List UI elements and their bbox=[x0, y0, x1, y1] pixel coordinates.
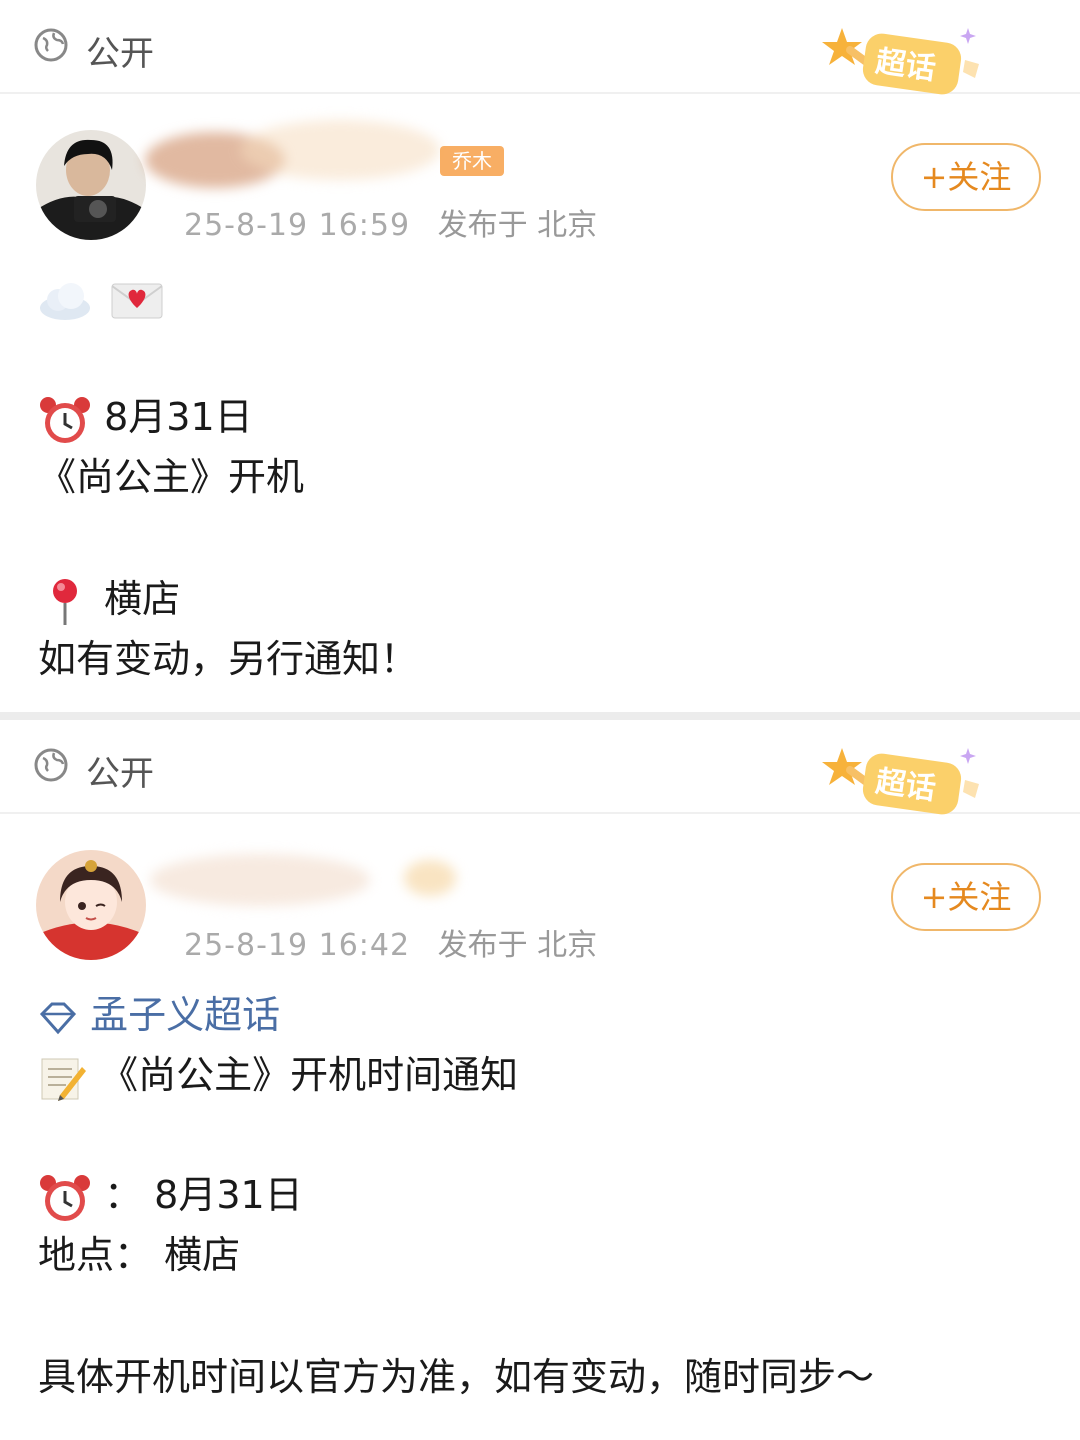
card-separator bbox=[0, 712, 1080, 720]
diamond-topic-icon bbox=[39, 1002, 77, 1034]
globe-icon bbox=[34, 748, 68, 782]
post-card-2: 公开 超话 25-8-19 16:42 发布于 北京 +关注 孟子义超话 《尚公… bbox=[0, 720, 1080, 1440]
post-date-text: ： 8月31日 bbox=[104, 1173, 303, 1217]
memo-icon bbox=[41, 1058, 86, 1101]
post-title-text: 《尚公主》开机时间通知 bbox=[100, 1053, 519, 1097]
follow-button[interactable]: +关注 bbox=[891, 863, 1041, 931]
username-redacted bbox=[140, 110, 440, 200]
user-avatar[interactable] bbox=[36, 850, 146, 960]
post-meta: 25-8-19 16:59 发布于 北京 bbox=[184, 200, 597, 244]
title-line: 《尚公主》开机时间通知 bbox=[38, 1050, 518, 1103]
post-place-text: 横店 bbox=[104, 577, 181, 621]
alarm-clock-icon bbox=[40, 396, 90, 443]
place-line: 横店 bbox=[38, 574, 180, 627]
visibility-label: 公开 bbox=[86, 754, 154, 794]
post-location: 发布于 北京 bbox=[437, 208, 598, 243]
super-topic-badge[interactable]: 超话 bbox=[820, 18, 1000, 98]
notice-line: 具体开机时间以官方为准，如有变动，随时同步～ bbox=[38, 1355, 875, 1399]
post-time: 25-8-19 16:42 bbox=[184, 928, 411, 963]
super-topic-link[interactable]: 孟子义超话 bbox=[90, 993, 280, 1037]
pushpin-icon bbox=[53, 578, 77, 625]
date-line: ： 8月31日 bbox=[38, 1170, 303, 1223]
post-header-bar: 公开 超话 bbox=[0, 720, 1080, 815]
cloud-icon bbox=[40, 282, 90, 320]
date-line: 8月31日 bbox=[38, 392, 253, 445]
post-time: 25-8-19 16:59 bbox=[184, 208, 411, 243]
post-header-bar: 公开 超话 bbox=[0, 0, 1080, 95]
post-card-1: 公开 超话 乔木 25-8-19 16:59 发布于 北京 +关注 8月31日 … bbox=[0, 0, 1080, 712]
member-tag: 乔木 bbox=[440, 146, 504, 176]
title-line: 《尚公主》开机 bbox=[38, 455, 305, 499]
user-avatar[interactable] bbox=[36, 130, 146, 240]
visibility-label: 公开 bbox=[86, 34, 154, 74]
post-meta: 25-8-19 16:42 发布于 北京 bbox=[184, 920, 597, 964]
follow-button[interactable]: +关注 bbox=[891, 143, 1041, 211]
topic-line[interactable]: 孟子义超话 bbox=[38, 990, 280, 1040]
username-redacted bbox=[140, 830, 456, 920]
notice-line: 如有变动，另行通知！ bbox=[38, 637, 419, 681]
emoji-line bbox=[38, 272, 164, 322]
alarm-clock-icon bbox=[40, 1174, 90, 1221]
love-letter-icon bbox=[111, 283, 163, 318]
post-location: 发布于 北京 bbox=[437, 928, 598, 963]
place-line: 地点： 横店 bbox=[38, 1233, 241, 1277]
super-topic-badge[interactable]: 超话 bbox=[820, 738, 1000, 818]
globe-icon bbox=[34, 28, 68, 62]
post-date-text: 8月31日 bbox=[104, 395, 253, 439]
